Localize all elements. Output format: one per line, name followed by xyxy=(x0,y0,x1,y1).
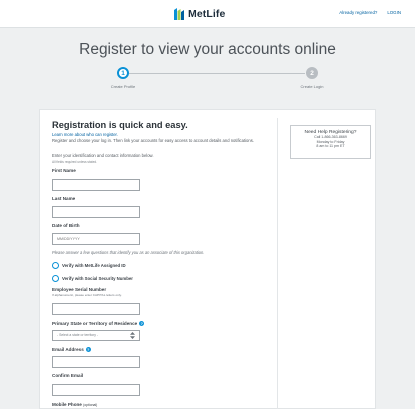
radio-circle[interactable] xyxy=(52,262,59,269)
mobile-phone-label: Mobile Phone (optional) xyxy=(52,402,97,407)
step-2-indicator: 2 xyxy=(306,67,318,79)
dob-input[interactable] xyxy=(52,233,140,245)
help-icon[interactable]: ? xyxy=(85,347,91,353)
dob-label: Date of Birth xyxy=(52,223,80,228)
radio-label: Verify with Social Security Number xyxy=(62,276,133,281)
page-title: Register to view your accounts online xyxy=(79,41,336,58)
required-note: All fields required unless stated. xyxy=(52,160,98,164)
employee-serial-label: Employee Serial Number xyxy=(52,287,107,292)
verify-note: Please answer a few questions that ident… xyxy=(52,250,205,255)
brand-name: MetLife xyxy=(188,8,226,20)
progress-steps: 1 2 Create Profile Create Login xyxy=(0,66,415,102)
step-1-indicator: 1 xyxy=(117,67,129,79)
verify-metlife-id-radio[interactable]: Verify with MetLife Assigned ID xyxy=(52,262,126,269)
already-registered-link[interactable]: Already registered? xyxy=(339,10,377,15)
form-intro: Register and choose your log in. Then li… xyxy=(52,138,254,143)
login-link[interactable]: LOGIN xyxy=(387,10,401,15)
step-1-label: Create Profile xyxy=(110,84,136,89)
email-label: Email Address? xyxy=(52,347,91,353)
mobile-phone-label-text: Mobile Phone xyxy=(52,402,82,407)
help-box: Need Help Registering? Call 1-866-363-86… xyxy=(290,125,371,159)
column-divider xyxy=(277,118,278,409)
top-bar: MetLife Already registered? LOGIN xyxy=(0,0,415,28)
email-input[interactable] xyxy=(52,356,140,368)
learn-more-link[interactable]: Learn more about who can register. xyxy=(52,132,118,137)
form-title: Registration is quick and easy. xyxy=(52,120,188,130)
step-connector xyxy=(129,73,305,74)
metlife-logo-icon xyxy=(174,8,184,20)
help-icon[interactable]: ? xyxy=(139,321,145,327)
last-name-label: Last Name xyxy=(52,196,76,201)
employee-serial-hint: If alphanumeric, please enter CAPITAL le… xyxy=(52,293,122,297)
employee-serial-input[interactable] xyxy=(52,303,140,315)
confirm-email-input[interactable] xyxy=(52,384,140,396)
help-hours: 8 am to 11 pm ET xyxy=(316,144,345,149)
state-select[interactable]: - Select a state or territory - xyxy=(52,330,140,341)
state-select-value: - Select a state or territory - xyxy=(57,333,99,337)
radio-label: Verify with MetLife Assigned ID xyxy=(62,263,126,268)
verify-ssn-radio[interactable]: Verify with Social Security Number xyxy=(52,275,133,282)
optional-tag: (optional) xyxy=(83,403,98,407)
top-links: Already registered? LOGIN xyxy=(339,10,401,15)
registration-card: Registration is quick and easy. Learn mo… xyxy=(39,109,376,409)
step-2-label: Create Login xyxy=(300,84,324,89)
email-label-text: Email Address xyxy=(52,347,84,352)
confirm-email-label: Confirm Email xyxy=(52,373,84,378)
state-label: Primary State or Territory of Residence? xyxy=(52,321,145,327)
form-intro-2: Enter your identification and contact in… xyxy=(52,153,154,158)
first-name-input[interactable] xyxy=(52,179,140,191)
last-name-input[interactable] xyxy=(52,206,140,218)
metlife-logo[interactable]: MetLife xyxy=(174,7,225,21)
first-name-label: First Name xyxy=(52,168,76,173)
state-label-text: Primary State or Territory of Residence xyxy=(52,321,138,326)
radio-circle[interactable] xyxy=(52,275,59,282)
select-arrows-icon xyxy=(130,332,135,339)
